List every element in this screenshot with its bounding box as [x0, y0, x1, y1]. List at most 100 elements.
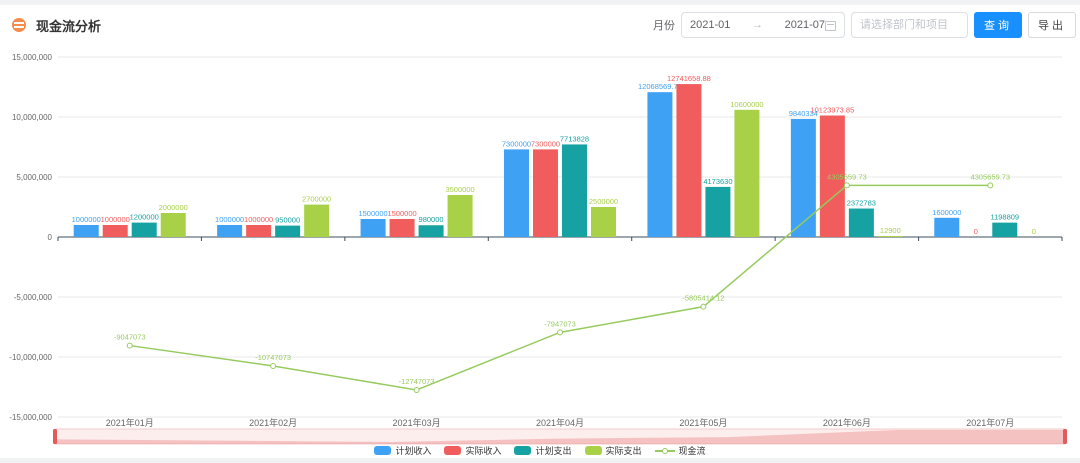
chart-legend: 计划收入 实际收入 计划支出 实际支出 现金流 [0, 443, 1080, 458]
bar[interactable] [591, 207, 616, 237]
bar-value-label: 7300000 [531, 139, 560, 148]
bar-value-label: 980000 [419, 215, 444, 224]
legend-item[interactable]: 现金流 [655, 444, 706, 457]
cashflow-analysis-page: 现金流分析 月份 2021-01 → 2021-07 查询 导出 15,000,… [0, 0, 1080, 463]
bar-value-label: 1200000 [130, 213, 159, 222]
department-project-input[interactable] [851, 12, 968, 38]
bar[interactable] [791, 119, 816, 237]
calendar-icon[interactable] [825, 20, 836, 31]
line-value-label: -7947073 [544, 319, 576, 328]
datazoom-right-handle[interactable] [1063, 429, 1067, 444]
legend-label: 现金流 [679, 444, 706, 457]
legend-swatch-icon [444, 446, 461, 455]
date-range-picker[interactable]: 2021-01 → 2021-07 [681, 12, 845, 38]
bottom-strip [0, 458, 1080, 463]
bar[interactable] [361, 219, 386, 237]
legend-item[interactable]: 计划收入 [374, 444, 431, 457]
x-axis-label: 2021年05月 [679, 417, 727, 428]
line-point[interactable] [558, 330, 563, 335]
bar-series: 100000010000001500000730000012741658.881… [101, 74, 978, 237]
legend-swatch-icon [585, 446, 602, 455]
bar-value-label: 7300000 [502, 139, 531, 148]
bar[interactable] [448, 195, 473, 237]
bar-value-label: 2500000 [589, 197, 618, 206]
bar-value-label: 4173630 [703, 177, 732, 186]
app-menu-icon [12, 18, 26, 32]
x-axis-label: 2021年01月 [106, 417, 154, 428]
line-point[interactable] [701, 304, 706, 309]
bar-value-label: 3500000 [445, 185, 474, 194]
y-axis-tick: 5,000,000 [16, 173, 52, 182]
x-axis-label: 2021年06月 [823, 417, 871, 428]
line-value-label: -9047073 [114, 333, 146, 342]
bar[interactable] [849, 209, 874, 237]
bar-value-label: 12741658.88 [667, 74, 711, 83]
bar-value-label: 7713828 [560, 134, 589, 143]
bar-value-label: 1600000 [932, 208, 961, 217]
bar[interactable] [878, 236, 903, 237]
bar[interactable] [275, 226, 300, 237]
bar[interactable] [647, 92, 672, 237]
bar-value-label: 10123973.85 [810, 106, 854, 115]
bar[interactable] [562, 144, 587, 237]
date-start-value[interactable]: 2021-01 [690, 19, 730, 31]
y-axis-tick: -5,000,000 [14, 293, 53, 302]
y-axis-tick: 10,000,000 [12, 113, 53, 122]
bar-value-label: 1500000 [387, 209, 416, 218]
bar[interactable] [419, 225, 444, 237]
bar-value-label: 1000000 [72, 215, 101, 224]
date-range-arrow-icon: → [730, 19, 784, 31]
bar[interactable] [934, 218, 959, 237]
legend-item[interactable]: 计划支出 [514, 444, 571, 457]
bar-value-label: 1000000 [101, 215, 130, 224]
bar[interactable] [390, 219, 415, 237]
bar-value-label: 1000000 [244, 215, 273, 224]
bar[interactable] [992, 223, 1017, 237]
bar[interactable] [304, 205, 329, 237]
line-point[interactable] [988, 183, 993, 188]
line-point[interactable] [271, 363, 276, 368]
y-axis-tick: -10,000,000 [9, 353, 52, 362]
date-end-value[interactable]: 2021-07 [785, 19, 825, 31]
x-axis-label: 2021年02月 [249, 417, 297, 428]
y-axis-tick: 15,000,000 [12, 53, 53, 62]
legend-label: 计划支出 [535, 444, 571, 457]
y-axis-tick: -15,000,000 [9, 413, 52, 422]
header-controls: 月份 2021-01 → 2021-07 查询 导出 [653, 12, 1076, 38]
line-point[interactable] [414, 387, 419, 392]
bar[interactable] [246, 225, 271, 237]
bar-value-label: 1000000 [215, 215, 244, 224]
bar[interactable] [734, 110, 759, 237]
bar[interactable] [504, 149, 529, 237]
bar[interactable] [217, 225, 242, 237]
bar[interactable] [74, 225, 99, 237]
line-value-label: -10747073 [255, 353, 291, 362]
legend-item[interactable]: 实际收入 [444, 444, 501, 457]
legend-item[interactable]: 实际支出 [585, 444, 642, 457]
legend-label: 实际收入 [465, 444, 501, 457]
bar[interactable] [533, 149, 558, 237]
bar[interactable] [705, 187, 730, 237]
legend-line-icon [655, 446, 675, 455]
bar-value-label: 950000 [275, 216, 300, 225]
bar[interactable] [161, 213, 186, 237]
legend-label: 实际支出 [606, 444, 642, 457]
line-point[interactable] [844, 183, 849, 188]
y-axis-tick: 0 [48, 233, 53, 242]
legend-label: 计划收入 [395, 444, 431, 457]
bar-value-label: 0 [974, 227, 978, 236]
month-label: 月份 [653, 17, 675, 33]
x-axis-label: 2021年03月 [393, 417, 441, 428]
datazoom-left-handle[interactable] [53, 429, 57, 444]
bar-value-label: 2372783 [847, 199, 876, 208]
bar-value-label: 2700000 [302, 195, 331, 204]
bar[interactable] [103, 225, 128, 237]
legend-swatch-icon [514, 446, 531, 455]
bar[interactable] [676, 84, 701, 237]
query-button[interactable]: 查询 [974, 12, 1022, 38]
line-point[interactable] [127, 343, 132, 348]
bar-value-label: 0 [1032, 227, 1036, 236]
export-button[interactable]: 导出 [1028, 12, 1076, 38]
bar-value-label: 1198809 [990, 213, 1019, 222]
bar[interactable] [132, 223, 157, 237]
